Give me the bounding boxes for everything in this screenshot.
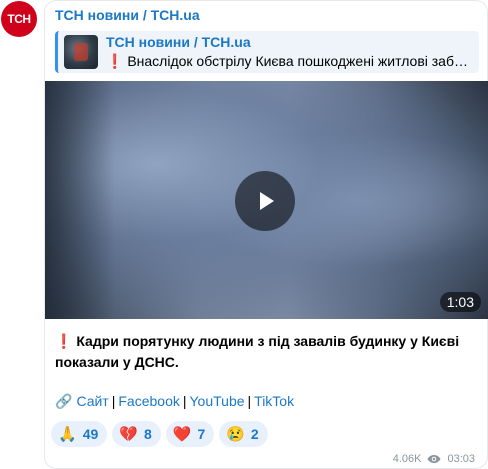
message-time: 03:03 — [447, 453, 475, 465]
sender-name[interactable]: ТСН новини / TCH.ua — [55, 7, 200, 23]
reaction-count: 49 — [82, 426, 99, 442]
video-player[interactable]: 1:03 — [45, 81, 488, 319]
link-separator: | — [111, 393, 116, 409]
link-facebook[interactable]: Facebook — [118, 393, 179, 409]
reaction-count: 7 — [197, 426, 206, 442]
play-icon — [260, 192, 274, 210]
video-duration: 1:03 — [439, 292, 481, 312]
reaction-count: 2 — [250, 426, 259, 442]
heart-icon: ❤️ — [172, 426, 192, 443]
crying-face-icon: 😢 — [226, 426, 245, 443]
reaction-pray[interactable]: 🙏 49 — [51, 421, 108, 447]
reply-title: ТСН новини / TCH.ua — [106, 34, 251, 50]
reply-text: ❗ Внаслідок обстрілу Києва пошкоджені жи… — [106, 53, 468, 69]
views-count: 4.06K — [392, 453, 422, 465]
reaction-broken-heart[interactable]: 💔 8 — [112, 421, 161, 447]
link-tiktok[interactable]: TikTok — [254, 393, 294, 409]
link-separator: | — [182, 393, 187, 409]
reaction-heart[interactable]: ❤️ 7 — [165, 421, 215, 447]
reply-preview[interactable]: ТСН новини / TCH.ua ❗ Внаслідок обстрілу… — [55, 31, 479, 73]
link-chain-icon: 🔗 — [55, 393, 73, 409]
link-youtube[interactable]: YouTube — [190, 393, 245, 409]
message-caption: ❗ Кадри порятунку людини з під завалів б… — [55, 331, 475, 373]
link-separator: | — [247, 393, 252, 409]
links-row: 🔗 Сайт | Facebook | YouTube | TikTok — [55, 393, 294, 410]
caption-text: Кадри порятунку людини з під завалів буд… — [55, 333, 460, 370]
reaction-count: 8 — [143, 426, 152, 442]
channel-avatar[interactable]: ТСН — [1, 1, 37, 37]
reply-thumbnail — [64, 35, 98, 69]
reaction-cry[interactable]: 😢 2 — [219, 421, 268, 447]
message-meta: 4.06K 03:03 — [393, 453, 475, 465]
exclamation-icon: ❗ — [55, 333, 73, 349]
broken-heart-icon: 💔 — [119, 426, 138, 443]
pray-icon: 🙏 — [58, 426, 77, 443]
play-button[interactable] — [235, 171, 295, 231]
link-site[interactable]: Сайт — [76, 393, 108, 409]
message-bubble: ТСН новини / TCH.ua ТСН новини / TCH.ua … — [44, 0, 488, 469]
avatar-text: ТСН — [7, 12, 31, 26]
reactions-bar: 🙏 49 💔 8 ❤️ 7 😢 2 — [51, 421, 268, 447]
eye-icon — [427, 455, 441, 463]
